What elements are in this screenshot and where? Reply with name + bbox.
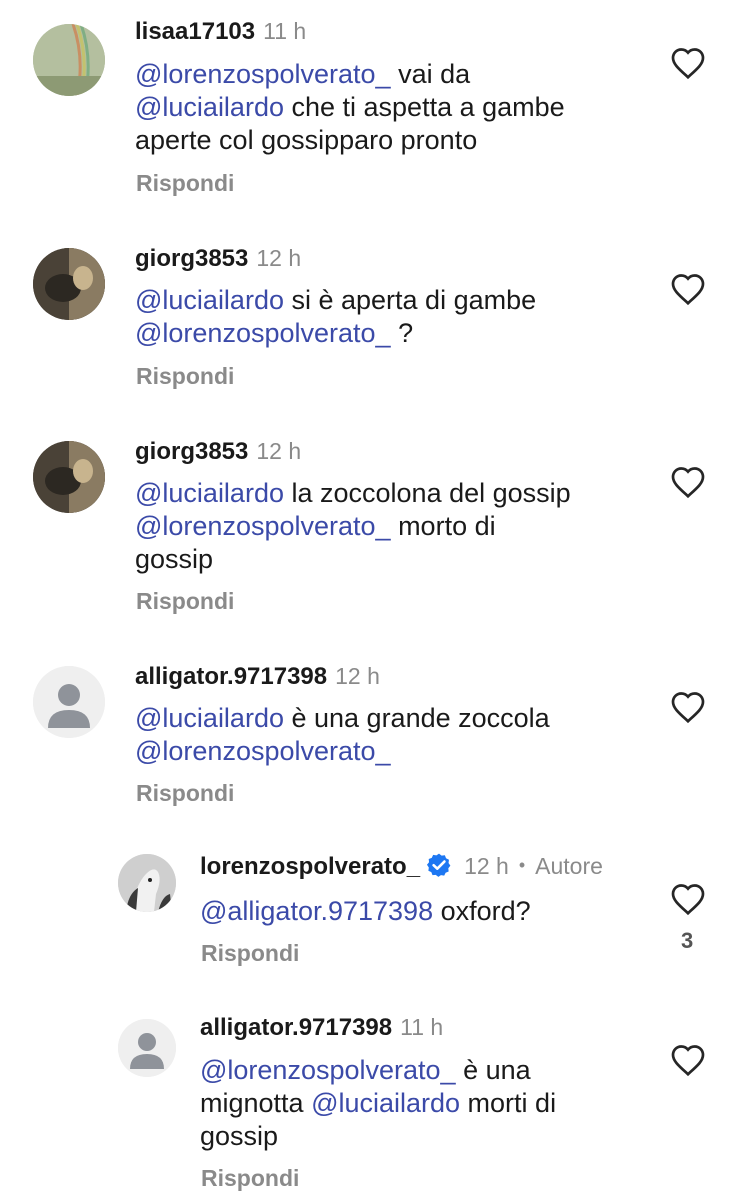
timestamp: 11 h: [263, 18, 307, 44]
comment-header: giorg3853 12 h: [135, 244, 301, 273]
comment-item: alligator.9717398 12 h @luciailardo è una…: [0, 650, 747, 820]
mention-link[interactable]: @lorenzospolverato_: [135, 59, 391, 89]
horse-photo-icon: [118, 854, 176, 912]
comment-header: alligator.9717398 12 h: [135, 662, 380, 691]
avatar[interactable]: [118, 1019, 176, 1077]
reply-button[interactable]: Rispondi: [136, 170, 234, 197]
mention-link[interactable]: @lorenzospolverato_: [135, 736, 391, 766]
verified-badge-icon: [427, 853, 451, 877]
username[interactable]: giorg3853: [135, 438, 248, 465]
separator-dot: •: [518, 855, 526, 875]
comment-header: alligator.9717398 11 h: [200, 1013, 443, 1042]
reply-button[interactable]: Rispondi: [136, 363, 234, 390]
user-photo-icon: [33, 248, 105, 320]
comment-text: @luciailardo si è aperta di gambe @loren…: [135, 285, 537, 348]
mention-link[interactable]: @alligator.9717398: [200, 896, 433, 926]
avatar[interactable]: [118, 854, 176, 912]
avatar[interactable]: [33, 24, 105, 96]
comment-header: giorg3853 12 h: [135, 437, 301, 466]
comment-reply-item: alligator.9717398 11 h @lorenzospolverato…: [0, 1005, 747, 1200]
heart-outline-icon[interactable]: [670, 465, 706, 499]
comment-header: lisaa17103 11 h: [135, 17, 306, 46]
comment-reply-item: lorenzospolverato_ 12 h • Autore @alligato…: [0, 840, 747, 1000]
username[interactable]: alligator.9717398: [200, 1014, 392, 1041]
comment-text: @lorenzospolverato_ vai da @luciailardo …: [135, 59, 565, 155]
reply-button[interactable]: Rispondi: [136, 780, 234, 807]
mention-link[interactable]: @lorenzospolverato_: [135, 318, 391, 348]
heart-outline-icon[interactable]: [670, 46, 706, 80]
comment-text: @lorenzospolverato_ è una mignotta @luci…: [200, 1055, 557, 1151]
timestamp: 12 h: [256, 438, 302, 464]
rainbow-photo-icon: [33, 24, 105, 96]
mention-link[interactable]: @lorenzospolverato_: [200, 1055, 456, 1085]
user-photo-icon: [33, 441, 105, 513]
username[interactable]: lisaa17103: [135, 18, 255, 45]
default-user-icon: [33, 666, 105, 738]
heart-outline-icon[interactable]: [670, 690, 706, 724]
avatar[interactable]: [33, 248, 105, 320]
author-label: Autore: [535, 853, 603, 879]
mention-link[interactable]: @luciailardo: [135, 92, 284, 122]
heart-outline-icon[interactable]: [670, 882, 706, 916]
comment-item: lisaa17103 11 h @lorenzospolverato_ vai d…: [0, 0, 747, 205]
username[interactable]: lorenzospolverato_: [200, 853, 420, 880]
avatar[interactable]: [33, 666, 105, 738]
reply-button[interactable]: Rispondi: [136, 588, 234, 615]
like-count: 3: [681, 928, 694, 953]
heart-outline-icon[interactable]: [670, 272, 706, 306]
avatar[interactable]: [33, 441, 105, 513]
timestamp: 12 h: [464, 853, 509, 879]
mention-link[interactable]: @luciailardo: [311, 1088, 460, 1118]
timestamp: 12 h: [256, 245, 302, 271]
comment-text: @luciailardo la zoccolona del gossip @lo…: [135, 478, 571, 574]
default-user-icon: [118, 1019, 176, 1077]
comment-item: giorg3853 12 h @luciailardo la zoccolona …: [0, 425, 747, 625]
comment-text: @luciailardo è una grande zoccola @loren…: [135, 703, 550, 766]
reply-button[interactable]: Rispondi: [201, 940, 299, 967]
mention-link[interactable]: @luciailardo: [135, 703, 284, 733]
mention-link[interactable]: @luciailardo: [135, 285, 284, 315]
timestamp: 12 h: [335, 663, 380, 689]
mention-link[interactable]: @lorenzospolverato_: [135, 511, 391, 541]
comment-item: giorg3853 12 h @luciailardo si è aperta d…: [0, 230, 747, 400]
heart-outline-icon[interactable]: [670, 1043, 706, 1077]
mention-link[interactable]: @luciailardo: [135, 478, 284, 508]
comment-text: @alligator.9717398 oxford?: [200, 896, 531, 926]
timestamp: 11 h: [400, 1014, 444, 1040]
reply-button[interactable]: Rispondi: [201, 1165, 299, 1192]
username[interactable]: giorg3853: [135, 245, 248, 272]
comment-header: lorenzospolverato_ 12 h • Autore: [200, 852, 603, 882]
username[interactable]: alligator.9717398: [135, 663, 327, 690]
